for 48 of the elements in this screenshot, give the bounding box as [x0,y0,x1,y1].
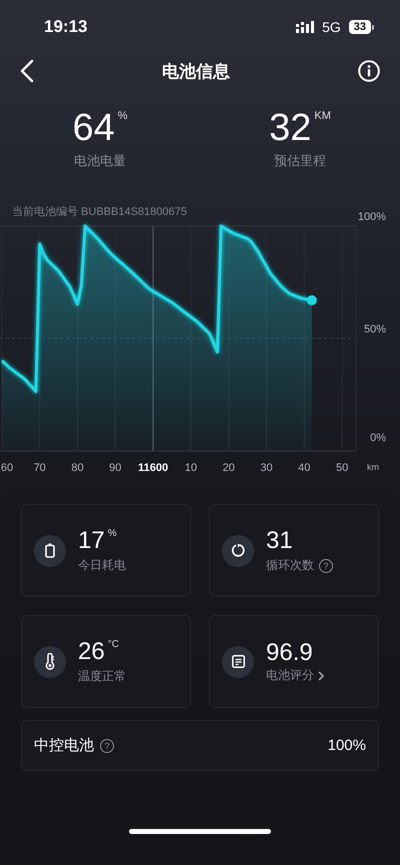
central-battery-value: 100% [328,737,366,754]
central-battery-label: 中控电池 [34,736,94,755]
x-axis-label: 11600 [138,462,168,474]
card-value: 96.9 [266,639,313,667]
score-link[interactable]: 电池评分 [266,667,324,684]
stat-value: 64 [72,108,115,148]
info-button[interactable] [358,60,380,82]
card-label: 今日耗电 [78,557,126,574]
battery-id: 当前电池编号 BUBBB14S81800675 [12,206,187,218]
x-axis-label: 40 [298,462,310,474]
x-axis-label: 30 [260,462,273,474]
help-icon[interactable]: ? [100,738,114,752]
status-time: 19:13 [44,17,88,37]
battery-icon [45,543,55,558]
card-value: 31 [266,527,293,555]
chevron-icon [318,670,324,680]
card-value: 26 [78,638,105,666]
stat-value: 32 [269,108,312,148]
x-axis-label: 90 [109,462,122,474]
document-icon [232,655,244,668]
signal-icon [296,21,316,33]
y-axis-label: 100% [358,211,386,223]
x-axis-unit: km [367,462,379,472]
stat-unit: KM [314,110,331,122]
y-axis-label: 0% [370,432,386,444]
card-value: 17 [78,527,105,555]
x-axis-label: 20 [222,462,235,474]
x-axis-label: 10 [184,462,198,474]
battery-indicator: 33 [348,20,371,34]
x-axis-label: 60 [0,462,14,474]
card-label: 温度正常 [78,668,126,685]
x-axis-label: 70 [34,462,46,474]
x-axis-label: 50 [336,462,348,474]
back-button[interactable] [20,59,34,83]
refresh-icon [230,543,246,558]
network-label: 5G [322,19,341,35]
end-point [306,295,317,306]
y-axis-label: 50% [364,324,386,336]
stat-label: 预估里程 [274,152,326,170]
card-unit: % [108,528,117,539]
help-icon[interactable]: ? [319,558,333,572]
thermometer-icon [44,653,56,670]
stat-unit: % [118,110,128,122]
card-unit: °C [108,639,119,650]
page-title: 电池信息 [161,60,231,82]
stat-label: 电池电量 [74,152,126,170]
card-label: 循环次数 [266,557,314,574]
x-axis-label: 80 [71,462,84,474]
